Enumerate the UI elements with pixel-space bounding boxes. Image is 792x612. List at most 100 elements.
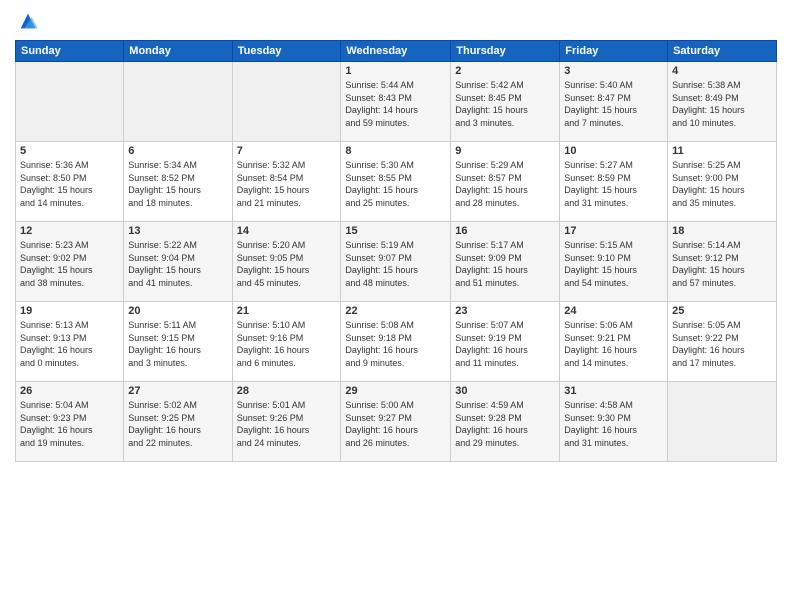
- calendar-cell: 26 Sunrise: 5:04 AM Sunset: 9:23 PM Dayli…: [16, 382, 124, 462]
- calendar-cell: 24Sunrise: 5:06 AM Sunset: 9:21 PM Dayli…: [560, 302, 668, 382]
- calendar-cell: 2 Sunrise: 5:42 AM Sunset: 8:45 PM Daylig…: [451, 62, 560, 142]
- day-info: Sunrise: 5:15 AM Sunset: 9:10 PM Dayligh…: [564, 239, 663, 289]
- calendar-cell: 7 Sunrise: 5:32 AM Sunset: 8:54 PM Daylig…: [232, 142, 341, 222]
- day-header-wednesday: Wednesday: [341, 41, 451, 62]
- calendar-week-4: 19 Sunrise: 5:13 AM Sunset: 9:13 PM Dayli…: [16, 302, 777, 382]
- calendar-cell: 15Sunrise: 5:19 AM Sunset: 9:07 PM Dayli…: [341, 222, 451, 302]
- calendar-cell: 4Sunrise: 5:38 AM Sunset: 8:49 PM Daylig…: [668, 62, 777, 142]
- day-info: Sunrise: 5:00 AM Sunset: 9:27 PM Dayligh…: [345, 399, 446, 449]
- day-number: 8: [345, 145, 446, 157]
- logo: [15, 10, 39, 32]
- calendar-cell: 19 Sunrise: 5:13 AM Sunset: 9:13 PM Dayli…: [16, 302, 124, 382]
- calendar-header-row: SundayMondayTuesdayWednesdayThursdayFrid…: [16, 41, 777, 62]
- day-info: Sunrise: 4:58 AM Sunset: 9:30 PM Dayligh…: [564, 399, 663, 449]
- day-number: 20: [128, 305, 227, 317]
- calendar-cell: 16 Sunrise: 5:17 AM Sunset: 9:09 PM Dayli…: [451, 222, 560, 302]
- day-number: 31: [564, 385, 663, 397]
- calendar-cell: 21 Sunrise: 5:10 AM Sunset: 9:16 PM Dayli…: [232, 302, 341, 382]
- calendar-cell: [16, 62, 124, 142]
- day-info: Sunrise: 5:08 AM Sunset: 9:18 PM Dayligh…: [345, 319, 446, 369]
- day-number: 11: [672, 145, 772, 157]
- calendar-cell: 29 Sunrise: 5:00 AM Sunset: 9:27 PM Dayli…: [341, 382, 451, 462]
- day-number: 14: [237, 225, 337, 237]
- calendar-cell: [124, 62, 232, 142]
- day-header-thursday: Thursday: [451, 41, 560, 62]
- day-number: 17: [564, 225, 663, 237]
- day-info: Sunrise: 5:40 AM Sunset: 8:47 PM Dayligh…: [564, 79, 663, 129]
- header: [15, 10, 777, 32]
- calendar-week-5: 26 Sunrise: 5:04 AM Sunset: 9:23 PM Dayli…: [16, 382, 777, 462]
- day-number: 6: [128, 145, 227, 157]
- day-number: 21: [237, 305, 337, 317]
- day-number: 19: [20, 305, 119, 317]
- day-info: Sunrise: 5:42 AM Sunset: 8:45 PM Dayligh…: [455, 79, 555, 129]
- day-number: 18: [672, 225, 772, 237]
- day-info: Sunrise: 5:13 AM Sunset: 9:13 PM Dayligh…: [20, 319, 119, 369]
- calendar-cell: 8 Sunrise: 5:30 AM Sunset: 8:55 PM Daylig…: [341, 142, 451, 222]
- day-info: Sunrise: 5:23 AM Sunset: 9:02 PM Dayligh…: [20, 239, 119, 289]
- day-number: 28: [237, 385, 337, 397]
- day-number: 2: [455, 65, 555, 77]
- day-info: Sunrise: 5:02 AM Sunset: 9:25 PM Dayligh…: [128, 399, 227, 449]
- day-header-saturday: Saturday: [668, 41, 777, 62]
- day-number: 16: [455, 225, 555, 237]
- logo-icon: [17, 10, 39, 32]
- calendar-cell: 25 Sunrise: 5:05 AM Sunset: 9:22 PM Dayli…: [668, 302, 777, 382]
- day-number: 15: [345, 225, 446, 237]
- day-info: Sunrise: 5:34 AM Sunset: 8:52 PM Dayligh…: [128, 159, 227, 209]
- day-info: Sunrise: 5:20 AM Sunset: 9:05 PM Dayligh…: [237, 239, 337, 289]
- day-number: 25: [672, 305, 772, 317]
- day-info: Sunrise: 5:10 AM Sunset: 9:16 PM Dayligh…: [237, 319, 337, 369]
- calendar-cell: 5Sunrise: 5:36 AM Sunset: 8:50 PM Daylig…: [16, 142, 124, 222]
- day-number: 26: [20, 385, 119, 397]
- calendar: SundayMondayTuesdayWednesdayThursdayFrid…: [15, 40, 777, 462]
- calendar-cell: 10 Sunrise: 5:27 AM Sunset: 8:59 PM Dayli…: [560, 142, 668, 222]
- day-info: Sunrise: 5:01 AM Sunset: 9:26 PM Dayligh…: [237, 399, 337, 449]
- calendar-cell: 27 Sunrise: 5:02 AM Sunset: 9:25 PM Dayli…: [124, 382, 232, 462]
- day-info: Sunrise: 5:29 AM Sunset: 8:57 PM Dayligh…: [455, 159, 555, 209]
- calendar-cell: 1 Sunrise: 5:44 AM Sunset: 8:43 PM Daylig…: [341, 62, 451, 142]
- calendar-cell: [668, 382, 777, 462]
- day-info: Sunrise: 5:32 AM Sunset: 8:54 PM Dayligh…: [237, 159, 337, 209]
- calendar-cell: [232, 62, 341, 142]
- calendar-cell: 17 Sunrise: 5:15 AM Sunset: 9:10 PM Dayli…: [560, 222, 668, 302]
- day-number: 23: [455, 305, 555, 317]
- calendar-cell: 3 Sunrise: 5:40 AM Sunset: 8:47 PM Daylig…: [560, 62, 668, 142]
- calendar-cell: 22Sunrise: 5:08 AM Sunset: 9:18 PM Dayli…: [341, 302, 451, 382]
- day-number: 5: [20, 145, 119, 157]
- calendar-week-2: 5Sunrise: 5:36 AM Sunset: 8:50 PM Daylig…: [16, 142, 777, 222]
- day-header-sunday: Sunday: [16, 41, 124, 62]
- day-info: Sunrise: 4:59 AM Sunset: 9:28 PM Dayligh…: [455, 399, 555, 449]
- calendar-week-3: 12Sunrise: 5:23 AM Sunset: 9:02 PM Dayli…: [16, 222, 777, 302]
- calendar-cell: 9Sunrise: 5:29 AM Sunset: 8:57 PM Daylig…: [451, 142, 560, 222]
- day-number: 13: [128, 225, 227, 237]
- day-info: Sunrise: 5:04 AM Sunset: 9:23 PM Dayligh…: [20, 399, 119, 449]
- day-info: Sunrise: 5:44 AM Sunset: 8:43 PM Dayligh…: [345, 79, 446, 129]
- day-info: Sunrise: 5:38 AM Sunset: 8:49 PM Dayligh…: [672, 79, 772, 129]
- day-info: Sunrise: 5:30 AM Sunset: 8:55 PM Dayligh…: [345, 159, 446, 209]
- day-info: Sunrise: 5:05 AM Sunset: 9:22 PM Dayligh…: [672, 319, 772, 369]
- calendar-cell: 23 Sunrise: 5:07 AM Sunset: 9:19 PM Dayli…: [451, 302, 560, 382]
- day-info: Sunrise: 5:27 AM Sunset: 8:59 PM Dayligh…: [564, 159, 663, 209]
- day-number: 24: [564, 305, 663, 317]
- day-info: Sunrise: 5:11 AM Sunset: 9:15 PM Dayligh…: [128, 319, 227, 369]
- day-info: Sunrise: 5:25 AM Sunset: 9:00 PM Dayligh…: [672, 159, 772, 209]
- calendar-cell: 31 Sunrise: 4:58 AM Sunset: 9:30 PM Dayli…: [560, 382, 668, 462]
- calendar-cell: 20 Sunrise: 5:11 AM Sunset: 9:15 PM Dayli…: [124, 302, 232, 382]
- day-number: 1: [345, 65, 446, 77]
- page: SundayMondayTuesdayWednesdayThursdayFrid…: [0, 0, 792, 612]
- day-info: Sunrise: 5:07 AM Sunset: 9:19 PM Dayligh…: [455, 319, 555, 369]
- day-number: 27: [128, 385, 227, 397]
- day-info: Sunrise: 5:17 AM Sunset: 9:09 PM Dayligh…: [455, 239, 555, 289]
- calendar-cell: 11 Sunrise: 5:25 AM Sunset: 9:00 PM Dayli…: [668, 142, 777, 222]
- day-number: 10: [564, 145, 663, 157]
- calendar-cell: 28 Sunrise: 5:01 AM Sunset: 9:26 PM Dayli…: [232, 382, 341, 462]
- day-number: 7: [237, 145, 337, 157]
- calendar-cell: 30Sunrise: 4:59 AM Sunset: 9:28 PM Dayli…: [451, 382, 560, 462]
- calendar-cell: 18 Sunrise: 5:14 AM Sunset: 9:12 PM Dayli…: [668, 222, 777, 302]
- day-number: 29: [345, 385, 446, 397]
- day-number: 3: [564, 65, 663, 77]
- day-info: Sunrise: 5:14 AM Sunset: 9:12 PM Dayligh…: [672, 239, 772, 289]
- calendar-cell: 14 Sunrise: 5:20 AM Sunset: 9:05 PM Dayli…: [232, 222, 341, 302]
- calendar-cell: 13Sunrise: 5:22 AM Sunset: 9:04 PM Dayli…: [124, 222, 232, 302]
